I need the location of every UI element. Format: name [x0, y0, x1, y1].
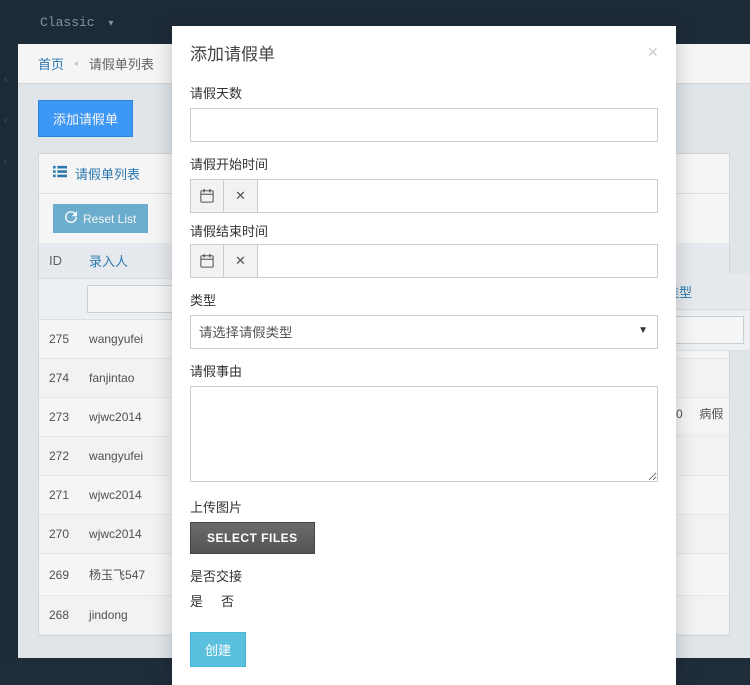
handover-label: 是否交接: [190, 566, 658, 585]
modal-title: 添加请假单: [190, 40, 275, 65]
clear-icon[interactable]: ✕: [224, 244, 258, 278]
calendar-icon[interactable]: [190, 179, 224, 213]
type-label: 类型: [190, 290, 658, 309]
end-time-label: 请假结束时间: [190, 221, 658, 240]
start-time-label: 请假开始时间: [190, 154, 658, 173]
end-time-input[interactable]: [258, 244, 658, 278]
handover-yes-option[interactable]: 是: [190, 591, 203, 610]
calendar-icon[interactable]: [190, 244, 224, 278]
days-label: 请假天数: [190, 83, 658, 102]
select-files-button[interactable]: SELECT FILES: [190, 522, 315, 554]
close-icon[interactable]: ×: [647, 42, 658, 63]
type-select[interactable]: 请选择请假类型: [190, 315, 658, 349]
reason-textarea[interactable]: [190, 386, 658, 482]
handover-no-option[interactable]: 否: [221, 591, 234, 610]
create-button[interactable]: 创建: [190, 632, 246, 667]
add-leave-modal: 添加请假单 × 请假天数 请假开始时间 ✕ 请假结束时间 ✕: [172, 26, 676, 685]
days-input[interactable]: [190, 108, 658, 142]
upload-label: 上传图片: [190, 497, 658, 516]
start-time-input[interactable]: [258, 179, 658, 213]
reason-label: 请假事由: [190, 361, 658, 380]
clear-icon[interactable]: ✕: [224, 179, 258, 213]
